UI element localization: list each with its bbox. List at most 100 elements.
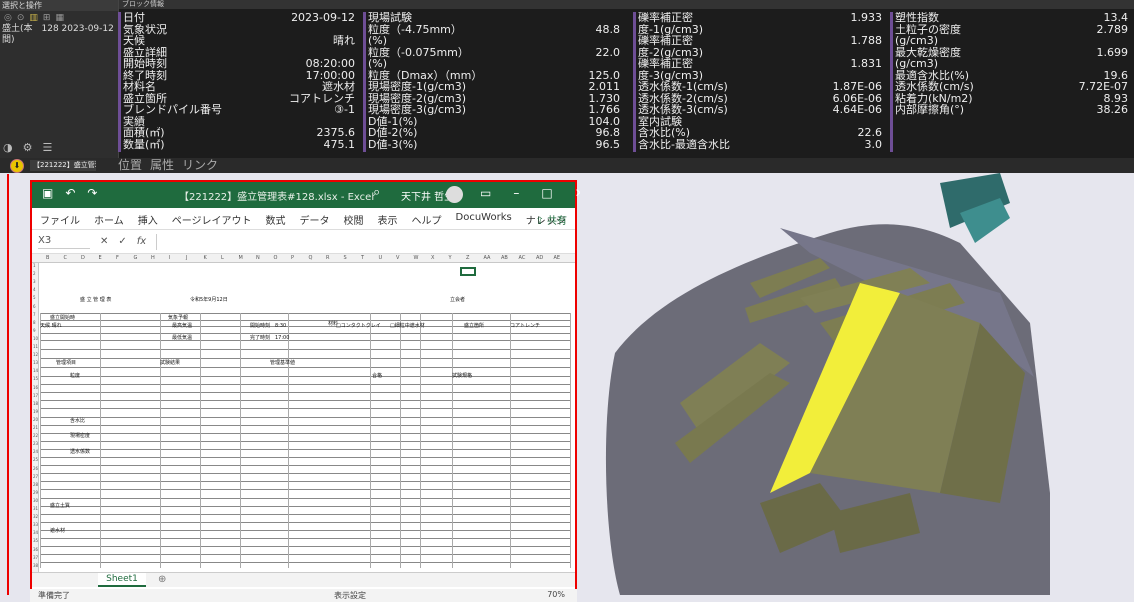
circle-icon[interactable]: ◎ <box>4 13 12 23</box>
row-header[interactable]: 5 <box>33 295 36 300</box>
column-header[interactable]: D <box>81 255 85 261</box>
row-header[interactable]: 19 <box>33 409 38 414</box>
menu-item[interactable]: 数式 <box>266 212 286 227</box>
menu-item[interactable]: 表示 <box>378 212 398 227</box>
3d-dam-view[interactable] <box>580 173 1134 595</box>
redo-icon[interactable]: ↷ <box>87 186 97 200</box>
row-header[interactable]: 38 <box>33 563 38 568</box>
cell-density[interactable]: 現場密度 <box>70 433 90 439</box>
menu-item[interactable]: ページレイアウト <box>172 212 252 227</box>
share-button[interactable]: ⇪ 共有 <box>535 212 567 227</box>
cell-water[interactable]: 含水比 <box>70 418 85 424</box>
cell-block-start[interactable]: 盛立開始時 <box>50 315 75 321</box>
row-header[interactable]: 1 <box>33 263 36 268</box>
row-header[interactable]: 37 <box>33 555 38 560</box>
cell-rock[interactable]: □細粒中遮水材 <box>390 323 425 329</box>
row-header[interactable]: 18 <box>33 401 38 406</box>
item-title-tab[interactable]: 【221222】盛立管理表... <box>30 160 96 171</box>
cell-weather[interactable]: 天候 晴れ <box>40 323 62 329</box>
column-header[interactable]: G <box>134 255 138 261</box>
tab-link[interactable]: リンク <box>182 159 218 172</box>
column-header[interactable]: L <box>221 255 224 261</box>
row-header[interactable]: 29 <box>33 490 38 495</box>
column-header[interactable]: O <box>274 255 278 261</box>
menu-item[interactable]: DocuWorks <box>456 212 512 227</box>
menu-item[interactable]: データ <box>300 212 330 227</box>
row-header[interactable]: 27 <box>33 474 38 479</box>
menu-item[interactable]: ヘルプ <box>412 212 442 227</box>
column-header[interactable]: B <box>46 255 49 261</box>
column-header[interactable]: C <box>64 255 68 261</box>
row-header[interactable]: 2 <box>33 271 36 276</box>
column-header[interactable]: J <box>186 255 187 261</box>
column-header[interactable]: V <box>396 255 399 261</box>
cell-temp[interactable]: 最高気温 <box>172 323 192 329</box>
menu-item[interactable]: ファイル <box>40 212 80 227</box>
row-header[interactable]: 28 <box>33 482 38 487</box>
cell-fine[interactable]: 粒度 <box>70 373 80 379</box>
row-header[interactable]: 34 <box>33 530 38 535</box>
row-header[interactable]: 8 <box>33 320 36 325</box>
search-icon[interactable]: ⌕ <box>373 185 380 200</box>
row-header[interactable]: 36 <box>33 547 38 552</box>
row-header[interactable]: 11 <box>33 344 38 349</box>
column-header[interactable]: AB <box>501 255 508 261</box>
cell-cont[interactable]: 試験規格 <box>452 373 472 379</box>
cell-perm[interactable]: 透水係数 <box>70 449 90 455</box>
download-icon[interactable]: ⬇ <box>10 159 24 173</box>
refresh-icon[interactable]: ◑ <box>3 141 13 154</box>
row-header[interactable]: 25 <box>33 457 38 462</box>
cell-ok[interactable]: 合格 <box>372 373 382 379</box>
target-icon[interactable]: ⊙ <box>17 13 25 23</box>
cell-weather-head[interactable]: 気象予報 <box>168 315 188 321</box>
formula-input[interactable] <box>156 233 575 250</box>
cell-trench[interactable]: コアトレンチ <box>510 323 540 329</box>
menu-icon[interactable]: ☰ <box>42 141 52 154</box>
selected-cell[interactable] <box>460 267 476 276</box>
cell-title[interactable]: 盛 立 管 理 表 <box>80 297 111 303</box>
row-header[interactable]: 33 <box>33 522 38 527</box>
ribbon-display-icon[interactable]: ▭ <box>480 186 491 200</box>
avatar[interactable] <box>446 186 463 203</box>
row-header[interactable]: 32 <box>33 514 38 519</box>
row-header[interactable]: 13 <box>33 360 38 365</box>
row-header[interactable]: 17 <box>33 393 38 398</box>
column-header[interactable]: I <box>169 255 170 261</box>
column-header[interactable]: N <box>256 255 260 261</box>
cell-end[interactable]: 完了時刻 17:00 <box>250 335 289 341</box>
row-header[interactable]: 21 <box>33 425 38 430</box>
sheet-grid[interactable]: B C D E F G H I J K L M N O P Q R S T U V W X Y Z AA AB AC AD AE 1234… <box>32 254 575 572</box>
cell-site[interactable]: 盛立箇所 <box>464 323 484 329</box>
column-header[interactable]: M <box>239 255 243 261</box>
menu-item[interactable]: ホーム <box>94 212 124 227</box>
enter-icon[interactable]: ✓ <box>118 236 126 247</box>
grid-icon[interactable]: ▦ <box>55 13 64 23</box>
row-header[interactable]: 7 <box>33 312 36 317</box>
column-header[interactable]: Y <box>449 255 452 261</box>
tab-attribute[interactable]: 属性 <box>150 159 174 172</box>
maximize-icon[interactable]: □ <box>541 186 552 200</box>
row-header[interactable]: 24 <box>33 449 38 454</box>
cell-mgmt[interactable]: 管理項目 <box>56 360 76 366</box>
minimize-icon[interactable]: – <box>513 186 519 200</box>
row-header[interactable]: 22 <box>33 433 38 438</box>
menu-item[interactable]: 校閲 <box>344 212 364 227</box>
column-header[interactable]: AE <box>554 255 561 261</box>
sheet-content[interactable]: 盛 立 管 理 表 令和5年9月12日 立会者 盛立開始時 気象予報 天候 晴れ 最高気温最… <box>40 263 575 572</box>
cell-temp2[interactable]: 最低気温 <box>172 335 192 341</box>
row-header[interactable]: 20 <box>33 417 38 422</box>
row-header[interactable]: 30 <box>33 498 38 503</box>
cell-start[interactable]: 開始時刻 8:30 <box>250 323 286 329</box>
column-header[interactable]: K <box>204 255 207 261</box>
undo-icon[interactable]: ↶ <box>65 186 75 200</box>
row-header[interactable]: 12 <box>33 352 38 357</box>
cell-std[interactable]: 管理基準値 <box>270 360 295 366</box>
column-header[interactable]: AD <box>536 255 543 261</box>
cell-core-clay[interactable]: □コンタクトクレイ <box>336 323 381 329</box>
settings-icon[interactable]: ⚙ <box>23 141 33 154</box>
row-header[interactable]: 26 <box>33 466 38 471</box>
column-header[interactable]: S <box>344 255 347 261</box>
row-header[interactable]: 14 <box>33 368 38 373</box>
cell-date[interactable]: 令和5年9月12日 <box>190 297 228 303</box>
column-header[interactable]: Z <box>466 255 469 261</box>
